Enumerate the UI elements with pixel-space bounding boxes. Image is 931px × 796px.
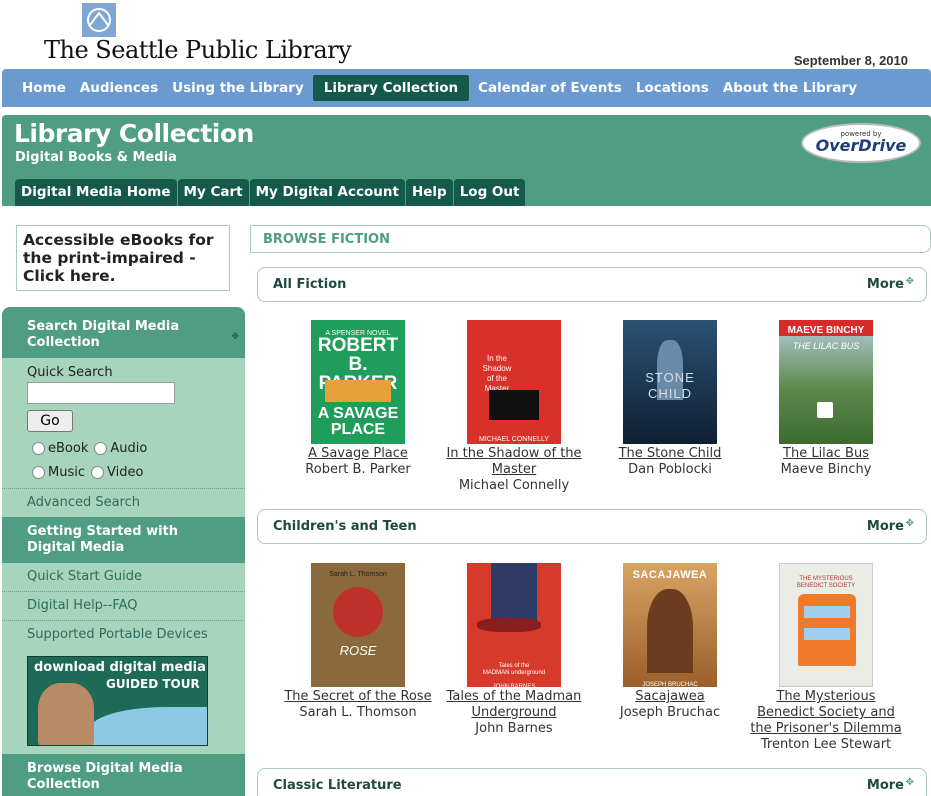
book-cover[interactable]: STONE CHILD	[623, 320, 717, 444]
section-title: Children's and Teen	[273, 519, 417, 534]
book-item[interactable]: A SPENSER NOVEL ROBERT B. PARKER A SAVAG…	[278, 320, 438, 478]
tab-digital-media-home[interactable]: Digital Media Home	[15, 179, 177, 206]
music-label: Music	[48, 464, 85, 480]
library-name: The Seattle Public Library	[44, 36, 352, 64]
book-cover[interactable]: In the Shadow of the Master MICHAEL CONNELL…	[467, 320, 561, 444]
nav-locations[interactable]: Locations	[629, 75, 716, 101]
current-date: September 8, 2010	[793, 53, 908, 68]
more-link[interactable]: More	[867, 277, 904, 292]
book-author: Trenton Lee Stewart	[760, 737, 892, 752]
book-cover[interactable]: Sarah L. Thomson ROSE	[311, 563, 405, 687]
book-title[interactable]: In the Shadow of the Master	[434, 446, 594, 478]
book-item[interactable]: Sarah L. Thomson ROSE The Secret of the …	[278, 563, 438, 721]
more-link[interactable]: More	[867, 778, 904, 793]
music-radio[interactable]	[32, 465, 45, 479]
book-author: Joseph Bruchac	[619, 705, 721, 720]
supported-devices-link[interactable]: Supported Portable Devices	[2, 620, 245, 649]
book-title[interactable]: The Mysterious Benedict Society and the …	[746, 689, 906, 737]
tour-wave-graphic	[88, 707, 207, 745]
more-icon[interactable]: ✥	[906, 276, 914, 287]
more-link[interactable]: More	[867, 519, 904, 534]
book-author: Robert B. Parker	[305, 462, 411, 477]
browse-heading: Browse Digital Media Collection	[2, 754, 245, 796]
book-cover[interactable]: SACAJAWEA JOSEPH BRUCHAC	[623, 563, 717, 687]
collapse-icon[interactable]: ✥	[231, 329, 239, 345]
accessible-ebooks-link[interactable]: Accessible eBooks for the print-impaired…	[16, 225, 230, 291]
book-item[interactable]: SACAJAWEA JOSEPH BRUCHAC Sacajawea Josep…	[590, 563, 750, 721]
nav-about-the-library[interactable]: About the Library	[716, 75, 864, 101]
book-cover[interactable]: THE MYSTERIOUS BENEDICT SOCIETY	[779, 563, 873, 687]
book-author: Maeve Binchy	[780, 462, 872, 477]
ebook-radio[interactable]	[32, 441, 45, 455]
quick-search-label: Quick Search	[27, 365, 113, 380]
book-title[interactable]: The Stone Child	[590, 446, 750, 462]
book-cover[interactable]: Tales of the MADMAN underground JOHN BARN…	[467, 563, 561, 687]
advanced-search-link[interactable]: Advanced Search	[2, 488, 245, 517]
section-all-fiction: All Fiction More ✥	[257, 267, 927, 302]
section-childrens-and-teen: Children's and Teen More ✥	[257, 509, 927, 544]
book-item[interactable]: In the Shadow of the Master MICHAEL CONNELL…	[434, 320, 594, 494]
tour-line-2: GUIDED TOUR	[106, 677, 200, 691]
quick-start-guide-link[interactable]: Quick Start Guide	[2, 563, 245, 591]
search-heading: Search Digital Media Collection ✥	[2, 307, 245, 358]
banner-subtitle: Digital Books & Media	[15, 150, 177, 165]
tour-person-image	[38, 683, 94, 745]
tab-my-digital-account[interactable]: My Digital Account	[249, 179, 405, 206]
browse-heading-text: Browse Digital Media Collection	[27, 761, 183, 792]
section-title: All Fiction	[273, 277, 347, 292]
banner-title: Library Collection	[14, 119, 254, 148]
tab-log-out[interactable]: Log Out	[453, 179, 526, 206]
nav-audiences[interactable]: Audiences	[73, 75, 165, 101]
getting-started-heading-text: Getting Started with Digital Media	[27, 524, 179, 555]
book-item[interactable]: Tales of the MADMAN underground JOHN BARN…	[434, 563, 594, 737]
book-author: Sarah L. Thomson	[299, 705, 417, 720]
ebook-label: eBook	[48, 440, 89, 456]
tab-my-cart[interactable]: My Cart	[177, 179, 249, 206]
book-item[interactable]: STONE CHILD The Stone Child Dan Poblocki	[590, 320, 750, 478]
main-navigation: Home Audiences Using the Library Library…	[2, 69, 931, 107]
book-cover[interactable]: A SPENSER NOVEL ROBERT B. PARKER A SAVAG…	[311, 320, 405, 444]
digital-media-tabs: Digital Media Home My Cart My Digital Ac…	[15, 179, 526, 206]
audio-label: Audio	[110, 440, 148, 456]
overdrive-text: OverDrive	[815, 136, 907, 155]
audio-radio[interactable]	[94, 441, 108, 455]
book-title[interactable]: The Secret of the Rose	[278, 689, 438, 705]
guided-tour-banner[interactable]: download digital media GUIDED TOUR	[27, 656, 208, 746]
book-cover[interactable]: MAEVE BINCHY THE LILAC BUS	[779, 320, 873, 444]
more-icon[interactable]: ✥	[906, 518, 914, 529]
collection-banner: Library Collection Digital Books & Media…	[2, 115, 931, 206]
quick-search-panel: Quick Search Go eBook Audio Music Video	[2, 358, 245, 484]
format-options: eBook Audio Music Video	[27, 436, 245, 484]
library-logo-icon	[82, 3, 116, 37]
book-title[interactable]: The Lilac Bus	[746, 446, 906, 462]
getting-started-heading: Getting Started with Digital Media	[2, 517, 245, 563]
go-button[interactable]: Go	[27, 410, 73, 432]
tour-line-1: download digital media	[34, 660, 206, 675]
search-heading-text: Search Digital Media Collection	[27, 319, 180, 350]
book-title[interactable]: Sacajawea	[590, 689, 750, 705]
book-author: Michael Connelly	[458, 478, 570, 493]
browse-fiction-heading: BROWSE FICTION	[250, 225, 931, 253]
section-title: Classic Literature	[273, 778, 402, 793]
library-logo[interactable]: The Seattle Public Library	[44, 0, 352, 66]
section-classic-literature: Classic Literature More ✥	[257, 768, 927, 796]
digital-help-faq-link[interactable]: Digital Help--FAQ	[2, 591, 245, 620]
video-radio[interactable]	[91, 465, 104, 479]
book-author: Dan Poblocki	[628, 462, 712, 477]
tab-help[interactable]: Help	[405, 179, 453, 206]
overdrive-logo[interactable]: powered by OverDrive	[801, 123, 921, 163]
video-label: Video	[107, 464, 144, 480]
book-title[interactable]: Tales of the Madman Underground	[434, 689, 594, 721]
nav-calendar-of-events[interactable]: Calendar of Events	[471, 75, 629, 101]
more-icon[interactable]: ✥	[906, 777, 914, 788]
book-item[interactable]: MAEVE BINCHY THE LILAC BUS The Lilac Bus…	[746, 320, 906, 478]
quick-search-input[interactable]	[27, 382, 175, 404]
nav-home[interactable]: Home	[15, 75, 73, 101]
book-author: John Barnes	[475, 721, 553, 736]
sidebar: Search Digital Media Collection ✥ Quick …	[2, 307, 245, 796]
nav-library-collection[interactable]: Library Collection	[312, 75, 470, 101]
book-item[interactable]: THE MYSTERIOUS BENEDICT SOCIETY The Myste…	[746, 563, 906, 753]
book-title[interactable]: A Savage Place	[278, 446, 438, 462]
nav-using-the-library[interactable]: Using the Library	[165, 75, 311, 101]
